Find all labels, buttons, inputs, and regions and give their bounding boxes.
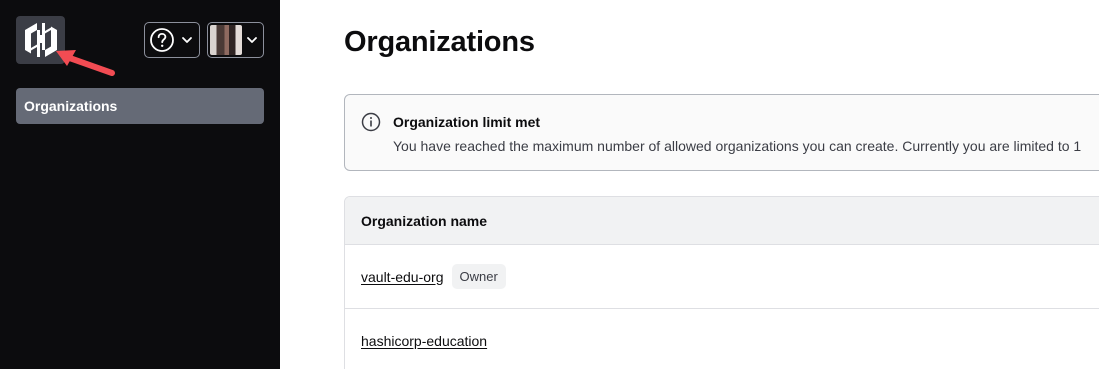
chevron-down-icon bbox=[247, 37, 257, 43]
avatar bbox=[210, 25, 242, 55]
info-icon bbox=[361, 112, 381, 132]
table-row: vault-edu-org Owner bbox=[345, 245, 1099, 309]
table-row: hashicorp-education bbox=[345, 309, 1099, 369]
page-title: Organizations bbox=[344, 26, 535, 58]
role-badge: Owner bbox=[451, 264, 506, 289]
pointer-arrow-icon bbox=[56, 50, 115, 76]
help-menu-button[interactable] bbox=[144, 22, 200, 58]
sidebar-item-organizations[interactable]: Organizations bbox=[16, 88, 264, 124]
help-circle-icon bbox=[150, 28, 174, 52]
organization-link[interactable]: hashicorp-education bbox=[361, 333, 487, 349]
organization-limit-alert: Organization limit met You have reached … bbox=[344, 94, 1099, 171]
table-header: Organization name bbox=[345, 197, 1099, 245]
user-menu-button[interactable] bbox=[207, 22, 264, 58]
column-header-organization-name: Organization name bbox=[361, 212, 488, 229]
organizations-table: Organization name vault-edu-org Owner ha… bbox=[344, 196, 1099, 369]
chevron-down-icon bbox=[182, 37, 192, 43]
main-content: Organizations Organization limit met You… bbox=[280, 0, 1099, 369]
organization-link[interactable]: vault-edu-org bbox=[361, 269, 444, 285]
sidebar: Organizations bbox=[0, 0, 280, 369]
sidebar-item-label: Organizations bbox=[24, 98, 118, 114]
alert-title: Organization limit met bbox=[393, 114, 541, 130]
alert-description: You have reached the maximum number of a… bbox=[393, 138, 1082, 154]
app-root: Organizations Organizations Organization… bbox=[0, 0, 1099, 369]
